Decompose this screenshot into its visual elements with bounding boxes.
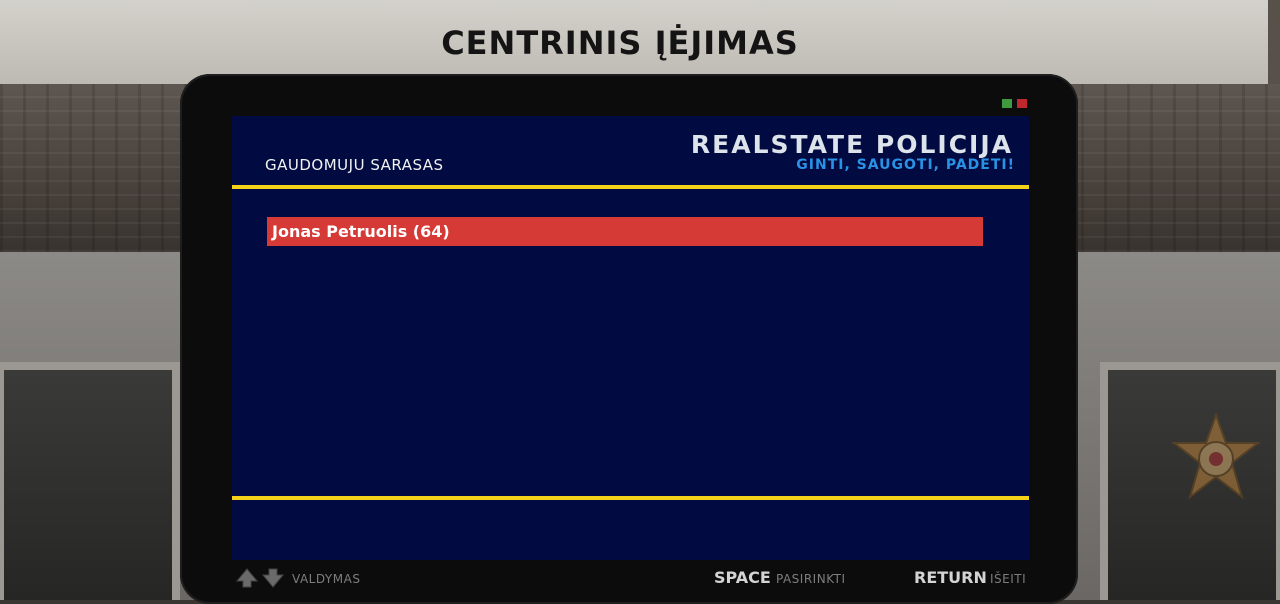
- sheriff-star-badge-icon: [1168, 412, 1264, 502]
- select-hint-label: PASIRINKTI: [776, 572, 846, 586]
- navigate-arrows: [235, 568, 285, 588]
- brand-motto: GINTI, SAUGOTI, PADETI!: [796, 157, 1015, 173]
- exit-hint-label: IŠEITI: [990, 572, 1027, 586]
- building-sign: CENTRINIS ĮĖJIMAS: [0, 0, 1280, 84]
- arrow-up-icon: [235, 568, 259, 588]
- building-sign-text: CENTRINIS ĮĖJIMAS: [441, 24, 799, 62]
- wanted-list: Jonas Petruolis (64): [267, 217, 983, 246]
- controls-bar: VALDYMAS SPACE PASIRINKTI RETURN IŠEITI: [235, 565, 1027, 593]
- screen-title: GAUDOMUJU SARASAS: [265, 156, 444, 174]
- status-led-green: [1002, 99, 1012, 108]
- tablet-screen: GAUDOMUJU SARASAS REALSTATE POLICIJA GIN…: [232, 116, 1029, 560]
- arrow-down-icon: [261, 568, 285, 588]
- space-key-button[interactable]: SPACE: [714, 568, 771, 587]
- navigate-hint-label: VALDYMAS: [292, 572, 361, 586]
- header-divider: [232, 185, 1029, 189]
- background-door-left: [0, 362, 180, 600]
- brand-title: REALSTATE POLICIJA: [690, 130, 1013, 159]
- return-key-button[interactable]: RETURN: [914, 568, 987, 587]
- list-item-selected[interactable]: Jonas Petruolis (64): [267, 217, 983, 246]
- police-tablet: GAUDOMUJU SARASAS REALSTATE POLICIJA GIN…: [180, 74, 1078, 604]
- status-led-red: [1017, 99, 1027, 108]
- footer-divider: [232, 496, 1029, 500]
